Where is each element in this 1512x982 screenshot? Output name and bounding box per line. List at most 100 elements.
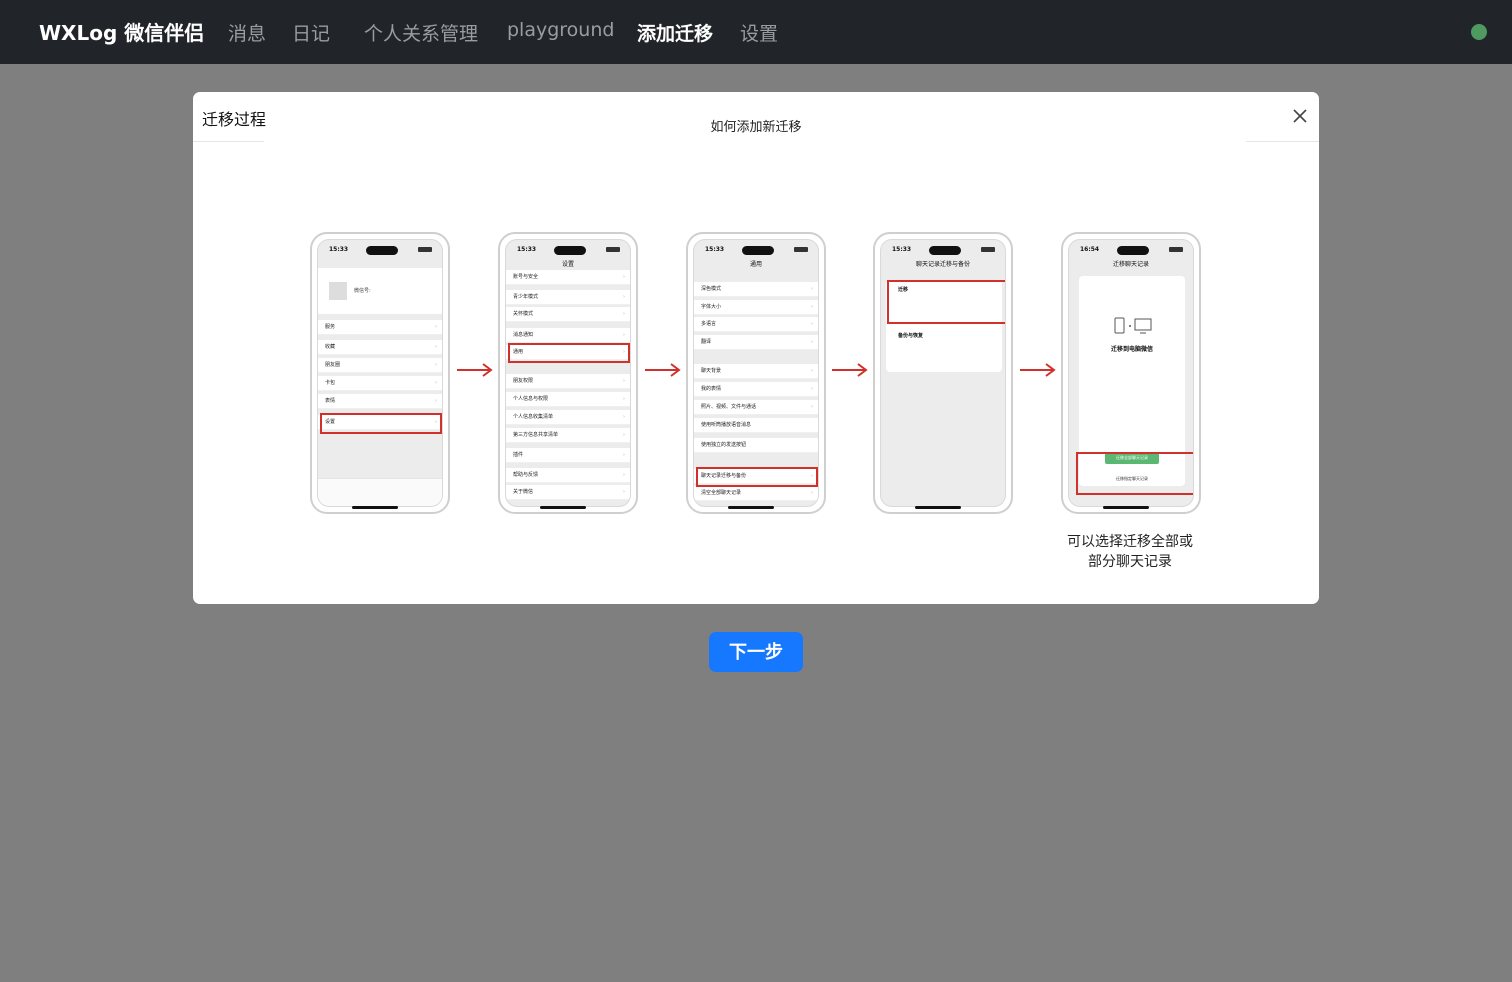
top-navbar: WXLog 微信伴侣 消息 日记 个人关系管理 playground 添加迁移 … (0, 0, 1512, 64)
row-label: 第三方信息共享清单 (513, 432, 559, 438)
screen-header: 迁移聊天记录 (1112, 261, 1149, 268)
close-button[interactable] (1290, 106, 1310, 126)
nav-item-settings[interactable]: 设置 (740, 19, 778, 46)
avatar (329, 282, 347, 300)
arrow-right-icon (832, 363, 868, 377)
row-label: 关怀模式 (513, 311, 534, 317)
step-note-line: 部分聊天记录 (1088, 554, 1172, 570)
arrow-right-icon (645, 363, 681, 377)
nav-item-messages[interactable]: 消息 (228, 19, 266, 46)
list-item: 个人信息收集清单 › (506, 410, 630, 425)
dynamic-island (742, 246, 774, 255)
row-label: 使用听筒播放语音消息 (701, 422, 752, 428)
dynamic-island (366, 246, 398, 255)
screen-header: 聊天记录迁移与备份 (915, 261, 970, 268)
list-item: 使用听筒播放语音消息 (694, 418, 818, 433)
highlight-box (508, 343, 630, 363)
list-item: 服务 › (318, 320, 442, 335)
phone-time: 16:54 (1080, 246, 1100, 253)
row-label: 翻译 (701, 339, 712, 345)
row-label: 使用独立的发送按钮 (701, 442, 747, 448)
highlight-box (1076, 452, 1193, 495)
phone-screen: 15:33 设置 账号与安全 › 青少年模式 › 关怀模式 › 消息通知 › 通用 › 朋… (505, 239, 631, 507)
next-step-button[interactable]: 下一步 (709, 632, 803, 672)
row-label: 帮助与反馈 (513, 472, 539, 478)
dynamic-island (554, 246, 586, 255)
arrow-right-icon (457, 363, 493, 377)
list-item: 消息通知 › (506, 328, 630, 343)
row-label: 收藏 (325, 344, 336, 350)
row-label: 账号与安全 (513, 274, 539, 280)
dynamic-island (1117, 246, 1149, 255)
screen-header: 通用 (749, 261, 762, 268)
profile-card: 微信号: (318, 268, 442, 314)
arrow-right-icon (1020, 363, 1056, 377)
step-note-line: 可以选择迁移全部或 (1067, 534, 1193, 550)
list-item: 个人信息与权限 › (506, 392, 630, 407)
list-item: 朋友圈 › (318, 358, 442, 373)
content-title: 如何添加新迁移 (710, 120, 802, 135)
row-label: 服务 (325, 324, 336, 330)
list-item: 使用独立的发送按钮 (694, 438, 818, 453)
list-item: 青少年模式 › (506, 290, 630, 305)
battery-icon (418, 247, 432, 252)
battery-icon (606, 247, 620, 252)
battery-icon (794, 247, 808, 252)
row-label: 表情 (325, 398, 336, 404)
screen-header: 设置 (561, 261, 574, 268)
phone-screen: 15:33 微信号: 服务 › 收藏 › 朋友圈 › 卡包 › 表情 › 设置 › (317, 239, 443, 507)
row-label: 个人信息与权限 (513, 396, 549, 402)
row-label: 清空全部聊天记录 (701, 490, 742, 496)
list-item: 深色模式 › (694, 282, 818, 297)
phone-time: 15:33 (517, 246, 537, 253)
option-backup: 备份与恢复 (898, 333, 924, 339)
home-indicator (915, 506, 961, 509)
highlight-box (320, 413, 442, 434)
home-indicator (352, 506, 398, 509)
nav-item-relationships[interactable]: 个人关系管理 (364, 19, 478, 46)
modal-divider (1246, 141, 1319, 142)
row-label: 照片、视频、文件与通话 (701, 404, 757, 410)
highlight-box (887, 280, 1005, 324)
migration-steps-illustration: 15:33 微信号: 服务 › 收藏 › 朋友圈 › 卡包 › 表情 › 设置 › (310, 232, 1201, 516)
home-indicator (540, 506, 586, 509)
list-item: 关怀模式 › (506, 307, 630, 322)
nav-item-diary[interactable]: 日记 (292, 19, 330, 46)
row-label: 个人信息收集清单 (513, 414, 554, 420)
row-label: 我的表情 (701, 386, 722, 392)
battery-icon (981, 247, 995, 252)
step-note: 可以选择迁移全部或 部分聊天记录 (1055, 532, 1205, 572)
list-item: 卡包 › (318, 376, 442, 391)
list-item: 帮助与反馈 › (506, 468, 630, 483)
connection-status-dot (1471, 24, 1487, 40)
phone-time: 15:33 (329, 246, 349, 253)
list-item: 字体大小 › (694, 300, 818, 315)
list-item: 账号与安全 › (506, 270, 630, 285)
migration-modal: 迁移过程 如何添加新迁移 15:33 微信号: 服务 › 收藏 › 朋友圈 › 卡包 › (193, 92, 1319, 604)
brand-title[interactable]: WXLog 微信伴侣 (39, 17, 204, 46)
phone-to-pc-icon (1114, 317, 1152, 334)
nav-item-add-migration[interactable]: 添加迁移 (637, 19, 713, 46)
row-label: 插件 (513, 452, 524, 458)
row-label: 朋友权限 (513, 378, 534, 384)
list-item: 朋友权限 › (506, 374, 630, 389)
list-item: 聊天背景 › (694, 364, 818, 379)
tab-bar (318, 478, 442, 506)
row-label: 青少年模式 (513, 294, 539, 300)
row-label: 深色模式 (701, 286, 722, 292)
list-item: 翻译 › (694, 335, 818, 350)
phone-step-3: 15:33 通用 深色模式 › 字体大小 › 多语言 › 翻译 › 聊天背景 › 我的表情… (686, 232, 826, 514)
list-item: 多语言 › (694, 317, 818, 332)
home-indicator (1103, 506, 1149, 509)
dynamic-island (929, 246, 961, 255)
list-item: 第三方信息共享清单 › (506, 428, 630, 443)
phone-step-4: 15:33 聊天记录迁移与备份 迁移 备份与恢复 (873, 232, 1013, 514)
modal-divider (193, 141, 264, 142)
list-item: 照片、视频、文件与通话 › (694, 400, 818, 415)
list-item: 收藏 › (318, 340, 442, 355)
migrate-to-pc-title: 迁移到电脑微信 (1110, 346, 1153, 353)
list-item: 插件 › (506, 448, 630, 463)
nav-item-playground[interactable]: playground (507, 19, 614, 41)
row-label: 字体大小 (701, 304, 722, 310)
list-item: 关于微信 › (506, 485, 630, 500)
